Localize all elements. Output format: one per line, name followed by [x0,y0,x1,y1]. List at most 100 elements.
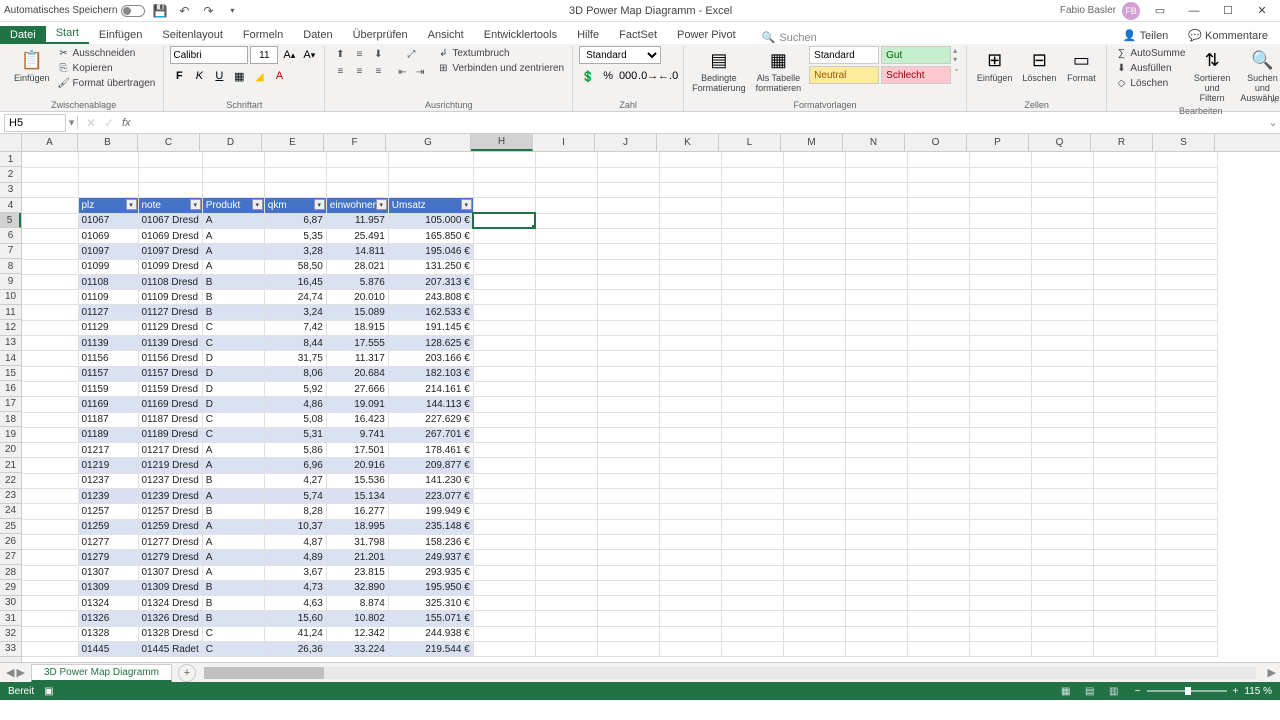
cell[interactable] [22,198,78,213]
row-header[interactable]: 23 [0,489,21,504]
cell[interactable] [326,183,388,198]
tell-me-search[interactable]: 🔍 Suchen [762,31,817,44]
cell[interactable] [1031,320,1093,335]
formula-input[interactable] [135,114,1266,132]
cell[interactable] [1093,183,1155,198]
cell[interactable] [907,305,969,320]
cell[interactable] [1155,534,1217,549]
row-header[interactable]: 28 [0,565,21,580]
cell[interactable] [473,642,535,657]
cell[interactable]: 207.313 € [388,274,473,289]
cell[interactable] [1093,550,1155,565]
cell[interactable] [388,152,473,167]
select-all-button[interactable] [0,134,22,152]
tab-pivot[interactable]: Power Pivot [667,26,746,44]
row-header[interactable]: 25 [0,519,21,534]
cell[interactable] [473,596,535,611]
cell[interactable] [907,489,969,504]
cell[interactable]: 8,44 [264,336,326,351]
cell[interactable]: 131.250 € [388,259,473,274]
row-header[interactable]: 17 [0,397,21,412]
cell[interactable] [907,183,969,198]
cell[interactable] [721,550,783,565]
page-break-view-icon[interactable]: ▥ [1103,684,1125,698]
gallery-more-icon[interactable]: ⌄ [953,64,960,73]
cell[interactable] [845,290,907,305]
cell[interactable] [535,183,597,198]
fill-handle[interactable] [532,225,536,229]
cell[interactable]: 01326 Dresd [138,611,202,626]
filter-icon[interactable]: ▾ [252,199,263,210]
style-neutral[interactable]: Neutral [809,66,879,84]
cell[interactable] [597,320,659,335]
cell[interactable] [473,458,535,473]
cell[interactable] [1031,152,1093,167]
cell[interactable] [783,519,845,534]
cell[interactable] [597,427,659,442]
cell[interactable] [1093,642,1155,657]
cell[interactable] [969,213,1031,228]
cell[interactable] [1155,366,1217,381]
cell[interactable]: 01109 [78,290,138,305]
cell[interactable]: 223.077 € [388,489,473,504]
cell[interactable]: 4,27 [264,473,326,488]
cell[interactable]: B [202,596,264,611]
cell[interactable] [473,397,535,412]
cell[interactable] [1031,443,1093,458]
cell[interactable] [721,427,783,442]
cell[interactable] [721,519,783,534]
cell[interactable]: 24,74 [264,290,326,305]
cell[interactable] [22,274,78,289]
cell[interactable] [845,443,907,458]
sort-filter-button[interactable]: ⇅Sortieren und Filtern [1189,46,1234,106]
cell[interactable] [535,534,597,549]
cell[interactable] [597,213,659,228]
cell[interactable] [721,565,783,580]
cell[interactable] [969,443,1031,458]
cell[interactable]: 01159 Dresd [138,381,202,396]
name-box[interactable]: H5 [4,114,66,132]
cell[interactable] [597,274,659,289]
cell[interactable] [597,626,659,641]
cell[interactable] [1155,305,1217,320]
style-schlecht[interactable]: Schlecht [881,66,951,84]
cell[interactable] [1155,167,1217,182]
cell[interactable]: 9.741 [326,427,388,442]
font-color-button[interactable]: A [270,67,288,85]
bold-button[interactable]: F [170,67,188,85]
col-header-N[interactable]: N [843,134,905,151]
cell[interactable] [597,443,659,458]
macro-record-icon[interactable]: ▣ [44,686,53,697]
cell[interactable] [1093,366,1155,381]
cell[interactable] [1031,336,1093,351]
cell[interactable] [597,336,659,351]
cell[interactable]: 3,28 [264,244,326,259]
cell[interactable]: 01277 Dresd [138,534,202,549]
cell[interactable] [535,412,597,427]
cell[interactable] [783,320,845,335]
cell[interactable]: 5.876 [326,274,388,289]
cell[interactable]: 5,92 [264,381,326,396]
cell[interactable]: 01217 Dresd [138,443,202,458]
cell[interactable] [969,259,1031,274]
cell[interactable] [1093,274,1155,289]
cell[interactable]: A [202,565,264,580]
cell[interactable]: 01067 [78,213,138,228]
cell[interactable] [1155,259,1217,274]
cell[interactable] [969,244,1031,259]
cell[interactable]: 28.021 [326,259,388,274]
cell[interactable]: 5,35 [264,228,326,243]
cell[interactable] [907,565,969,580]
cell[interactable]: 5,31 [264,427,326,442]
cell[interactable] [473,244,535,259]
cells[interactable]: plz▾note▾Produkt▾qkm▾einwohner▾Umsatz▾01… [22,152,1280,662]
cell[interactable]: 17.555 [326,336,388,351]
cell[interactable] [138,167,202,182]
cell[interactable] [535,259,597,274]
grow-font-icon[interactable]: A▴ [280,46,298,64]
cell[interactable] [907,580,969,595]
cell[interactable] [22,320,78,335]
cell[interactable] [969,320,1031,335]
cell[interactable] [597,244,659,259]
cell[interactable]: 01099 Dresd [138,259,202,274]
